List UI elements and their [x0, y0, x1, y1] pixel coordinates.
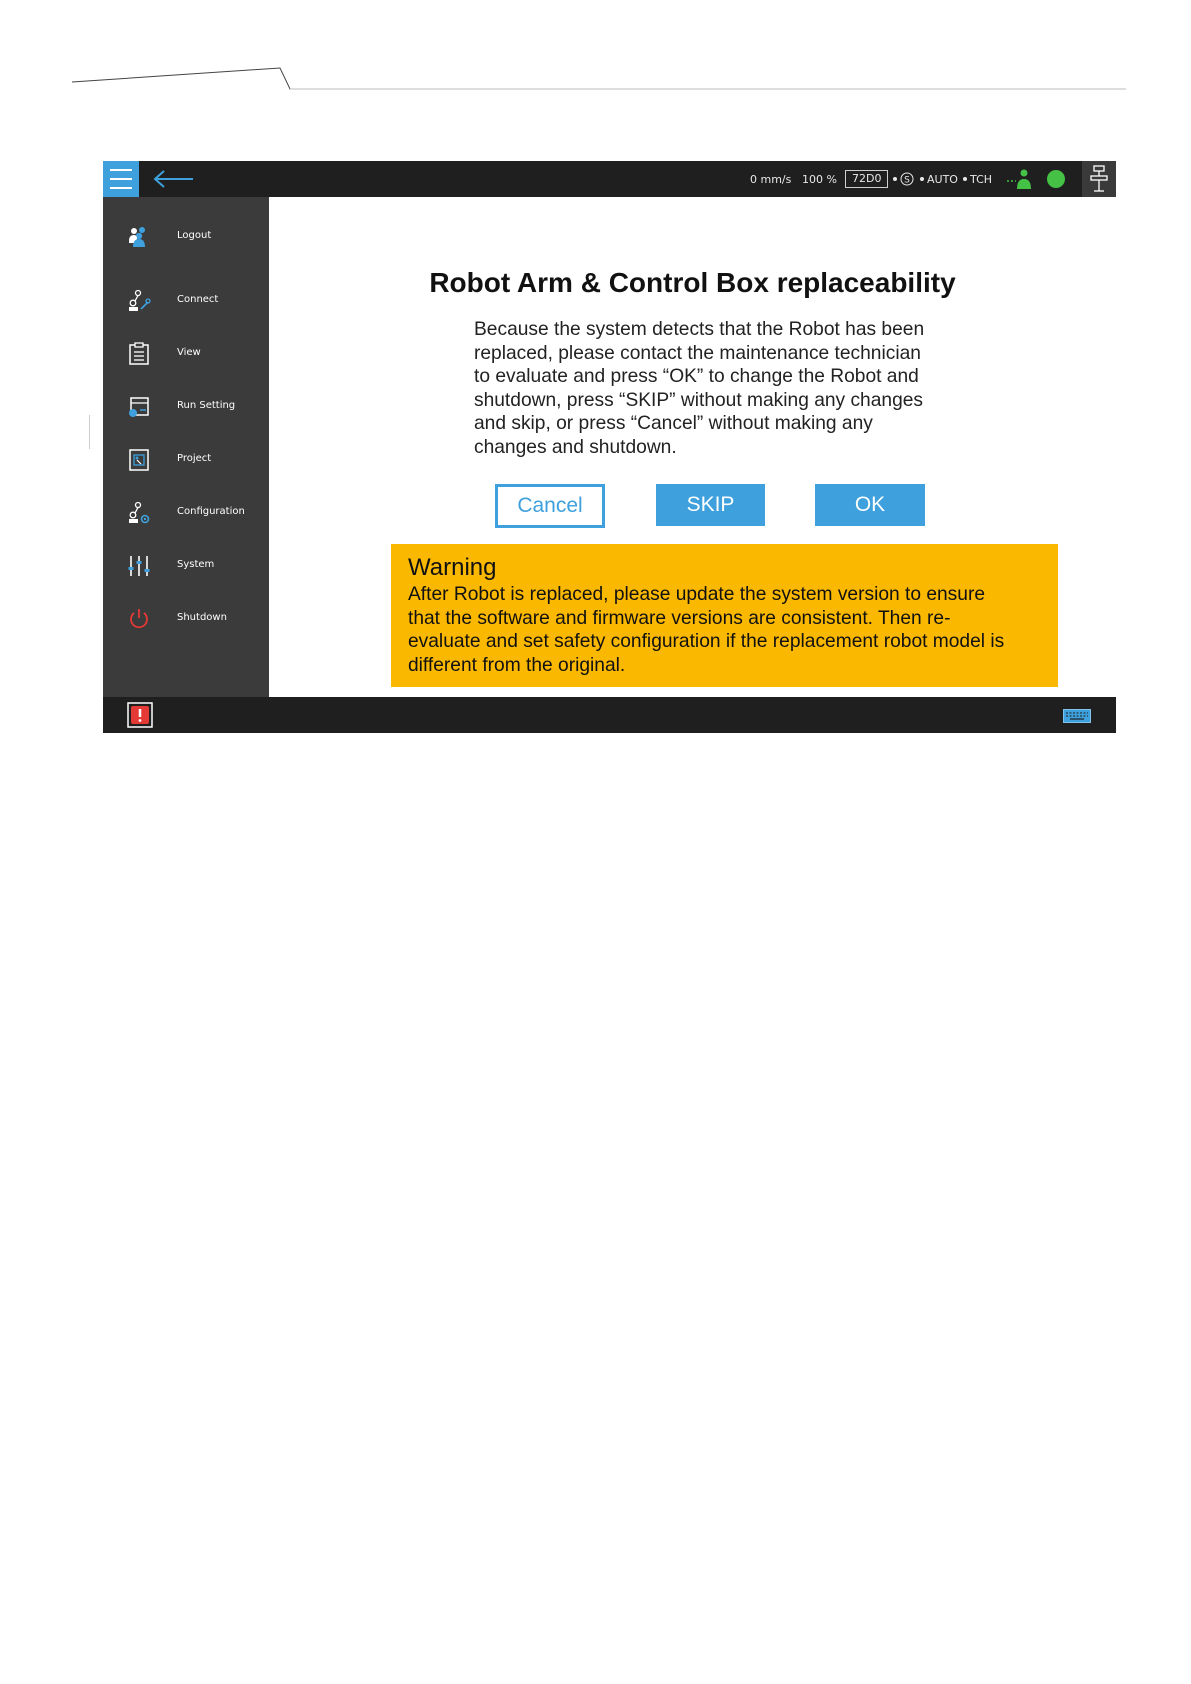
back-arrow-icon[interactable]	[151, 167, 195, 191]
cancel-button[interactable]: Cancel	[495, 484, 605, 528]
keyboard-icon[interactable]	[1063, 709, 1091, 723]
sidebar-item-project[interactable]: Project	[103, 440, 269, 480]
dialog-message-line: Because the system detects that the Robo…	[474, 319, 925, 340]
page-header-line	[72, 60, 1126, 92]
safety-circle-icon: S	[900, 172, 914, 186]
sidebar-item-label: Logout	[177, 230, 212, 241]
hamburger-menu-icon[interactable]	[103, 161, 139, 197]
warning-line: different from the original.	[408, 654, 626, 676]
warning-title: Warning	[408, 554, 497, 581]
sidebar-item-configuration[interactable]: Configuration	[103, 493, 269, 533]
speed-readout: 0 mm/s	[750, 172, 792, 186]
bottom-bar	[103, 697, 1116, 733]
dialog-message-line: changes and shutdown.	[474, 436, 677, 458]
connection-status-icon	[1047, 170, 1065, 188]
tch-indicator: TCH	[963, 161, 992, 197]
sidebar-item-label: Shutdown	[177, 612, 227, 623]
page-margin-mark	[89, 415, 90, 449]
safety-symbol: S	[904, 176, 910, 186]
sidebar-item-logout[interactable]: Logout	[103, 217, 269, 257]
sidebar-item-connect[interactable]: Connect	[103, 281, 269, 321]
mode-dot-icon	[920, 177, 924, 181]
tch-dot-icon	[963, 177, 967, 181]
ok-button[interactable]: OK	[815, 484, 925, 526]
users-icon	[129, 227, 145, 247]
safety-dot-icon	[893, 177, 897, 181]
sidebar-item-label: View	[177, 347, 201, 358]
dialog-message-line: to evaluate and press “OK” to change the…	[474, 366, 919, 388]
alert-icon[interactable]	[127, 702, 153, 728]
sidebar-item-label: Configuration	[177, 506, 245, 517]
speed-percent: 100 %	[802, 172, 837, 186]
warning-message: After Robot is replaced, please update t…	[408, 583, 1041, 677]
sidebar-item-label: Connect	[177, 294, 219, 305]
warning-box: Warning After Robot is replaced, please …	[391, 544, 1058, 687]
controller-code: 72D0	[845, 161, 889, 197]
power-icon	[130, 609, 148, 629]
dialog-message-line: and skip, or press “Cancel” without maki…	[474, 413, 873, 435]
sidebar-item-shutdown[interactable]: Shutdown	[103, 599, 269, 639]
dialog-message: Because the system detects that the Robo…	[474, 318, 954, 460]
configuration-icon	[129, 501, 150, 524]
sidebar-menu: Logout Connect View Run Setting Project …	[103, 197, 269, 697]
tch-label: TCH	[970, 172, 993, 186]
safety-indicator: S	[893, 161, 914, 197]
robot-arm-icon[interactable]	[1082, 161, 1116, 197]
mode-label: AUTO	[927, 172, 958, 186]
clipboard-icon	[129, 342, 149, 365]
sidebar-item-run-setting[interactable]: Run Setting	[103, 387, 269, 427]
robot-hmi-screen: 0 mm/s 100 % 72D0 S AUTO TCH Logout Conn…	[103, 161, 1116, 733]
warning-line: that the software and firmware versions …	[408, 607, 951, 629]
controller-code-box: 72D0	[845, 170, 889, 188]
mode-indicator: AUTO	[920, 161, 958, 197]
dialog-message-line: shutdown, press “SKIP” without making an…	[474, 389, 924, 411]
dialog-message-line: replaced, please contact the maintenance…	[474, 342, 921, 364]
top-bar: 0 mm/s 100 % 72D0 S AUTO TCH	[103, 161, 1116, 197]
sidebar-item-label: System	[177, 559, 215, 570]
user-status-icon[interactable]	[1006, 167, 1034, 191]
dialog-title: Robot Arm & Control Box replaceability	[429, 267, 956, 298]
warning-line: After Robot is replaced, please update t…	[408, 584, 986, 605]
skip-button[interactable]: SKIP	[656, 484, 765, 526]
sidebar-item-label: Project	[177, 453, 212, 464]
run-setting-icon	[129, 397, 149, 417]
project-icon	[129, 449, 149, 471]
sidebar-item-label: Run Setting	[177, 400, 236, 411]
status-icons	[1006, 161, 1116, 197]
warning-line: evaluate and set safety configuration if…	[408, 631, 1005, 652]
main-content: Robot Arm & Control Box replaceability B…	[269, 197, 1116, 697]
sidebar-item-system[interactable]: System	[103, 546, 269, 586]
sidebar-item-view[interactable]: View	[103, 334, 269, 374]
connect-icon	[129, 289, 151, 311]
sliders-icon	[128, 556, 150, 576]
